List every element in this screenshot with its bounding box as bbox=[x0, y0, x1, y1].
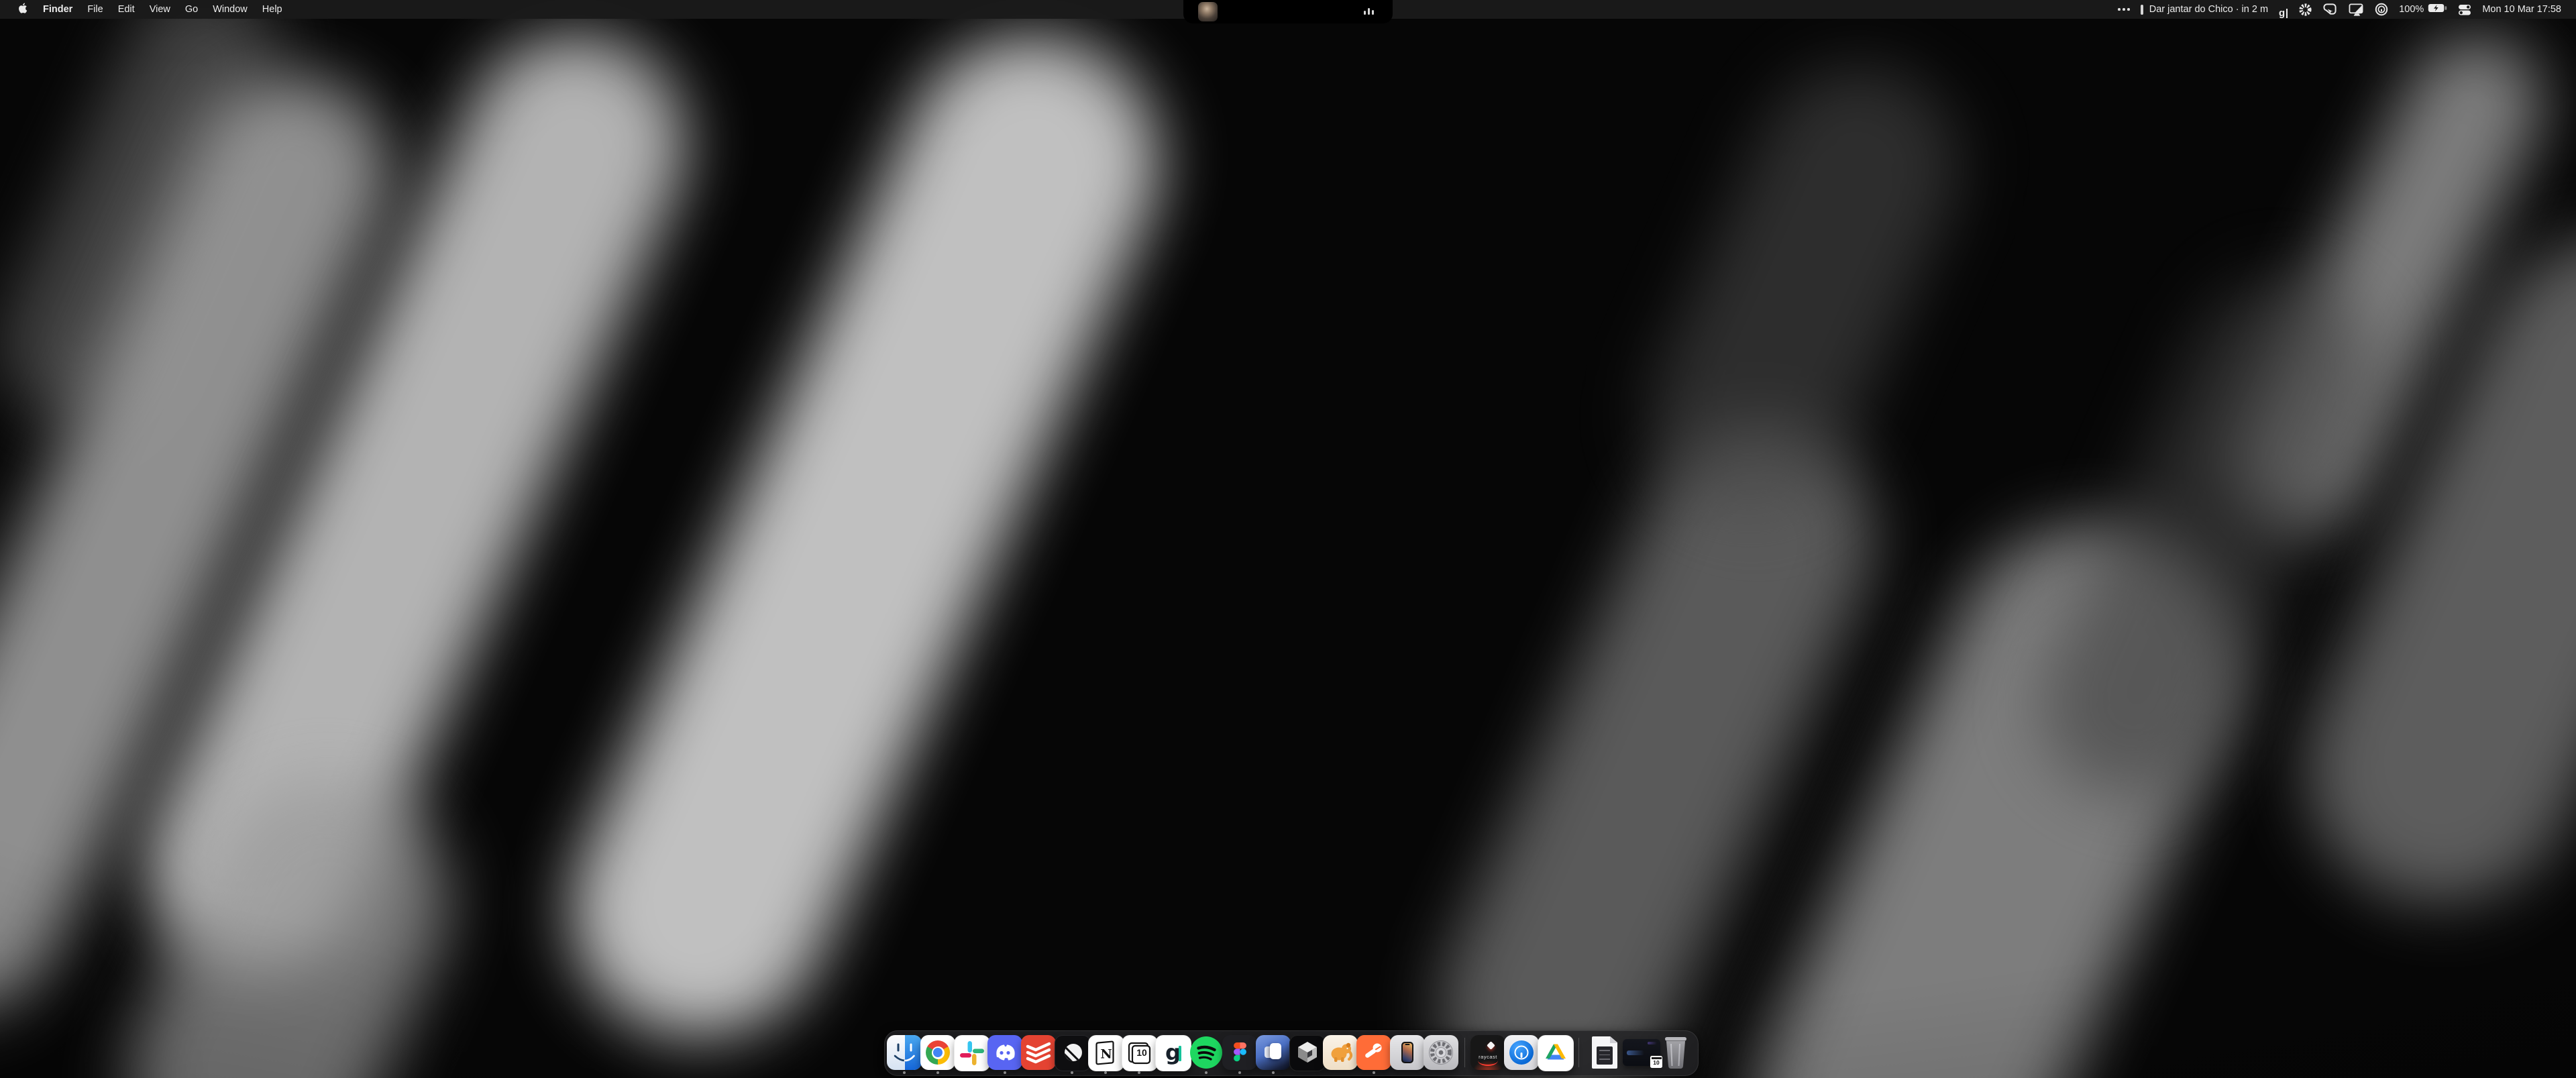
audio-visualizer-bars bbox=[1364, 7, 1375, 15]
menu-item-view[interactable]: View bbox=[142, 0, 178, 19]
dock-icon-screen-capture-app[interactable] bbox=[1256, 1035, 1291, 1070]
dock-icon-finder[interactable] bbox=[887, 1035, 922, 1070]
raycast-arc bbox=[1478, 1055, 1498, 1066]
dock-icon-chrome[interactable] bbox=[920, 1035, 955, 1070]
dock-icon-raycast[interactable]: raycast bbox=[1470, 1035, 1505, 1070]
running-indicator bbox=[1071, 1071, 1073, 1074]
iphone-shape bbox=[1401, 1042, 1413, 1063]
apple-menu[interactable] bbox=[9, 0, 36, 19]
battery-percent: 100% bbox=[2399, 4, 2424, 15]
menu-item-window[interactable]: Window bbox=[205, 0, 255, 19]
dock-icon-grammarly[interactable]: g bbox=[1155, 1035, 1191, 1071]
running-indicator bbox=[1205, 1071, 1208, 1074]
calendar-event-chip[interactable]: Dar jantar do Chico · in 2 m bbox=[2141, 0, 2268, 19]
event-indicator-bar bbox=[2141, 5, 2143, 15]
running-indicator bbox=[1104, 1071, 1107, 1074]
dock-separator bbox=[1578, 1038, 1579, 1067]
dock-file-document[interactable] bbox=[1592, 1036, 1617, 1069]
desktop-wallpaper bbox=[0, 0, 2576, 1078]
apple-logo-icon bbox=[17, 2, 28, 17]
menu-item-help[interactable]: Help bbox=[255, 0, 290, 19]
event-text: Dar jantar do Chico · in 2 m bbox=[2149, 4, 2268, 15]
running-indicator bbox=[1238, 1071, 1241, 1074]
chrome-logo-icon bbox=[926, 1040, 950, 1065]
battery-icon bbox=[2428, 3, 2447, 15]
dock-icon-notion[interactable]: N bbox=[1088, 1035, 1124, 1071]
menu-bar-clock[interactable]: Mon 10 Mar 17:58 bbox=[2482, 0, 2561, 19]
dock-icon-todoist[interactable] bbox=[1021, 1035, 1056, 1070]
keyhole-icon bbox=[1509, 1040, 1534, 1065]
one-password-icon[interactable] bbox=[2375, 0, 2388, 19]
dock-icon-notion-calendar[interactable]: 10 bbox=[1122, 1035, 1158, 1071]
running-indicator bbox=[936, 1071, 939, 1074]
dock-icon-slack[interactable] bbox=[954, 1035, 990, 1071]
grammarly-caret bbox=[1179, 1046, 1181, 1061]
display-icon[interactable] bbox=[2348, 0, 2364, 19]
dock-icon-spline[interactable] bbox=[1289, 1035, 1326, 1071]
album-art-thumbnail bbox=[1198, 2, 1218, 21]
dock-icon-linear[interactable] bbox=[1055, 1035, 1091, 1071]
menu-item-go[interactable]: Go bbox=[178, 0, 205, 19]
dock-icon-iphone-mirroring[interactable] bbox=[1390, 1035, 1425, 1070]
running-indicator bbox=[1272, 1071, 1275, 1074]
menu-bar-status: Dar jantar do Chico · in 2 m g 100% Mon … bbox=[2118, 0, 2576, 19]
dock-minimized-window[interactable]: 10 bbox=[1623, 1039, 1660, 1066]
running-indicator bbox=[1004, 1071, 1006, 1074]
dock-icon-figma[interactable] bbox=[1222, 1035, 1257, 1070]
pointer-blob-icon[interactable] bbox=[2323, 0, 2337, 19]
grammarly-icon[interactable]: g bbox=[2279, 0, 2288, 19]
menu-item-edit[interactable]: Edit bbox=[111, 0, 142, 19]
running-indicator bbox=[903, 1071, 906, 1074]
notch-media-widget[interactable] bbox=[1183, 0, 1393, 23]
dock-icon-discord[interactable] bbox=[987, 1035, 1022, 1070]
control-center-icon[interactable] bbox=[2458, 0, 2471, 19]
dock-icon-spotify[interactable] bbox=[1189, 1035, 1224, 1070]
window-front-shape bbox=[1270, 1043, 1281, 1059]
dock-separator bbox=[1464, 1038, 1465, 1067]
dock-icon-postman[interactable] bbox=[1356, 1035, 1391, 1070]
dock-icon-system-settings[interactable] bbox=[1424, 1035, 1458, 1070]
running-indicator bbox=[1373, 1071, 1375, 1074]
battery-group[interactable]: 100% bbox=[2399, 0, 2447, 19]
notion-n-glyph: N bbox=[1100, 1047, 1112, 1062]
running-indicator bbox=[1138, 1071, 1140, 1074]
menu-item-finder[interactable]: Finder bbox=[36, 0, 80, 19]
burst-gear-icon[interactable] bbox=[2298, 0, 2312, 19]
dock-icon-1password[interactable] bbox=[1504, 1035, 1539, 1070]
dock-trash[interactable] bbox=[1660, 1034, 1692, 1072]
menu-item-file[interactable]: File bbox=[80, 0, 110, 19]
dock-icon-google-drive[interactable] bbox=[1538, 1035, 1574, 1071]
menu-overflow-ellipsis-icon[interactable] bbox=[2118, 0, 2130, 19]
menu-bar-left: Finder File Edit View Go Window Help bbox=[0, 0, 290, 19]
calendar-date-label: 10 bbox=[1133, 1047, 1150, 1058]
dock-icon-postgres[interactable] bbox=[1323, 1035, 1358, 1070]
